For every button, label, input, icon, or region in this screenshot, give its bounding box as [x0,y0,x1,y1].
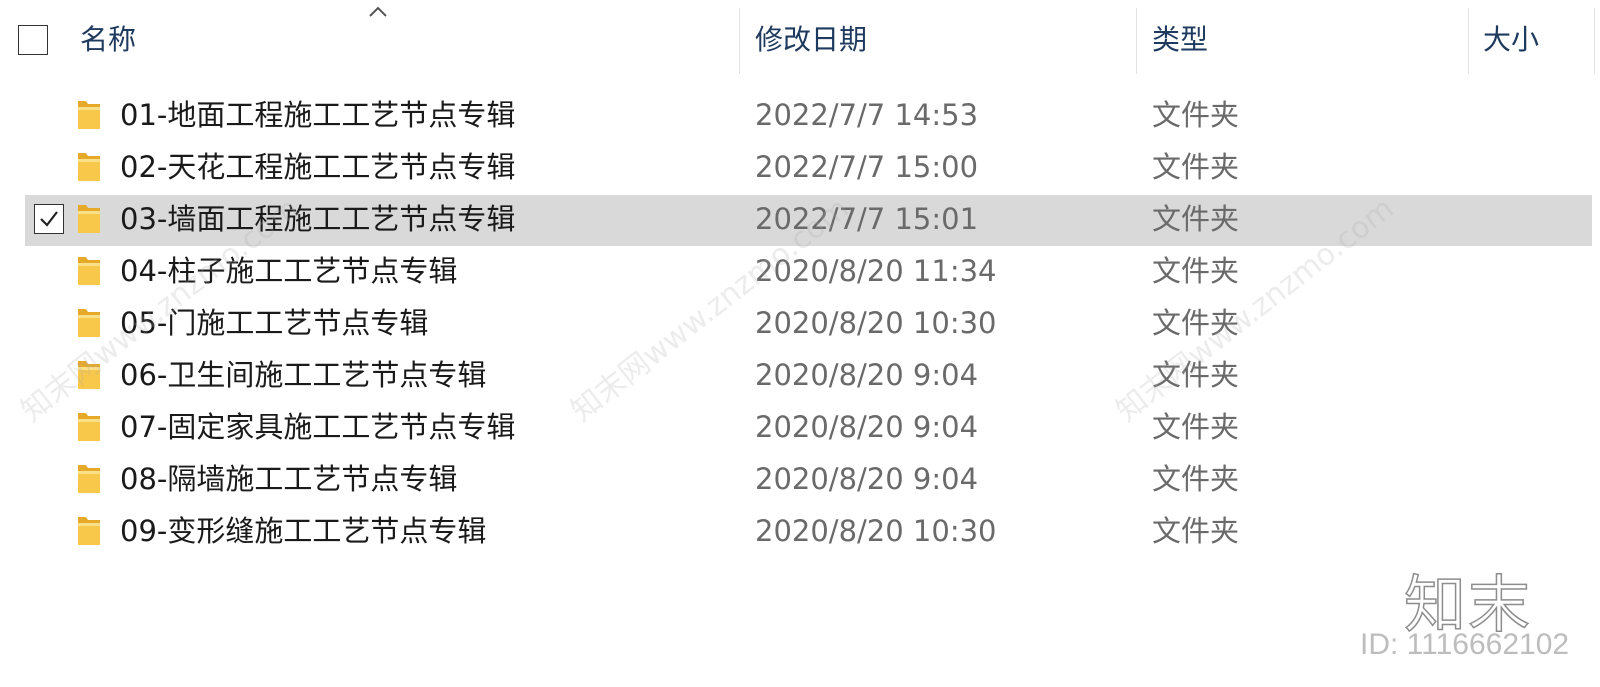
checkmark-icon [40,211,58,227]
file-date-modified: 2020/8/20 11:34 [755,254,997,288]
column-header-date-modified[interactable]: 修改日期 [755,18,867,62]
file-type: 文件夹 [1152,514,1240,548]
file-name[interactable]: 06-卫生间施工工艺节点专辑 [120,353,486,397]
file-name[interactable]: 08-隔墙施工工艺节点专辑 [120,457,457,501]
file-date-modified: 2022/7/7 15:01 [755,202,979,236]
file-date-modified: 2020/8/20 10:30 [755,514,997,548]
file-name[interactable]: 04-柱子施工工艺节点专辑 [120,249,457,293]
file-type: 文件夹 [1152,98,1240,132]
folder-icon [78,413,100,441]
file-name[interactable]: 07-固定家具施工工艺节点专辑 [120,405,515,449]
file-date-modified: 2020/8/20 10:30 [755,306,997,340]
file-row[interactable]: 07-固定家具施工工艺节点专辑 2020/8/20 9:04 文件夹 [0,401,1600,453]
column-header-size[interactable]: 大小 [1483,18,1539,62]
file-type: 文件夹 [1152,462,1240,496]
file-date-modified: 2020/8/20 9:04 [755,358,979,392]
file-row[interactable]: 05-门施工工艺节点专辑 2020/8/20 10:30 文件夹 [0,297,1600,349]
file-name[interactable]: 03-墙面工程施工工艺节点专辑 [120,197,515,241]
file-name[interactable]: 02-天花工程施工工艺节点专辑 [120,145,515,189]
column-header-type[interactable]: 类型 [1152,18,1208,62]
file-type: 文件夹 [1152,410,1240,444]
file-type: 文件夹 [1152,306,1240,340]
resource-id-label: ID: 1116662102 [1360,628,1570,661]
file-row[interactable]: 01-地面工程施工工艺节点专辑 2022/7/7 14:53 文件夹 [0,89,1600,141]
folder-icon [78,361,100,389]
column-header-bar: 名称 修改日期 类型 大小 [0,0,1600,80]
column-divider[interactable] [739,8,740,74]
sort-ascending-chevron-up-icon[interactable] [368,4,388,18]
folder-icon [78,153,100,181]
column-header-name[interactable]: 名称 [80,18,136,62]
folder-icon [78,205,100,233]
folder-icon [78,101,100,129]
file-type: 文件夹 [1152,202,1240,236]
file-type: 文件夹 [1152,150,1240,184]
file-date-modified: 2020/8/20 9:04 [755,462,979,496]
folder-icon [78,465,100,493]
file-type: 文件夹 [1152,358,1240,392]
folder-icon [78,517,100,545]
file-list: 01-地面工程施工工艺节点专辑 2022/7/7 14:53 文件夹 02-天花工程施… [0,89,1600,557]
file-row[interactable]: 02-天花工程施工工艺节点专辑 2022/7/7 15:00 文件夹 [0,141,1600,193]
file-row[interactable]: 06-卫生间施工工艺节点专辑 2020/8/20 9:04 文件夹 [0,349,1600,401]
file-date-modified: 2022/7/7 14:53 [755,98,979,132]
folder-icon [78,257,100,285]
column-divider[interactable] [1594,8,1595,74]
file-name[interactable]: 01-地面工程施工工艺节点专辑 [120,93,515,137]
file-row[interactable]: 04-柱子施工工艺节点专辑 2020/8/20 11:34 文件夹 [0,245,1600,297]
folder-icon [78,309,100,337]
file-name[interactable]: 09-变形缝施工工艺节点专辑 [120,509,486,553]
file-row[interactable]: 03-墙面工程施工工艺节点专辑 2022/7/7 15:01 文件夹 [0,193,1600,246]
file-row[interactable]: 08-隔墙施工工艺节点专辑 2020/8/20 9:04 文件夹 [0,453,1600,505]
file-name[interactable]: 05-门施工工艺节点专辑 [120,301,428,345]
select-all-checkbox[interactable] [18,25,48,55]
file-date-modified: 2022/7/7 15:00 [755,150,979,184]
file-date-modified: 2020/8/20 9:04 [755,410,979,444]
file-row[interactable]: 09-变形缝施工工艺节点专辑 2020/8/20 10:30 文件夹 [0,505,1600,557]
row-checkbox[interactable] [34,204,64,234]
column-divider[interactable] [1136,8,1137,74]
file-explorer: 名称 修改日期 类型 大小 01-地面工程施工工艺节点专辑 2022/7/7 14… [0,0,1600,687]
column-divider[interactable] [1468,8,1469,74]
file-type: 文件夹 [1152,254,1240,288]
